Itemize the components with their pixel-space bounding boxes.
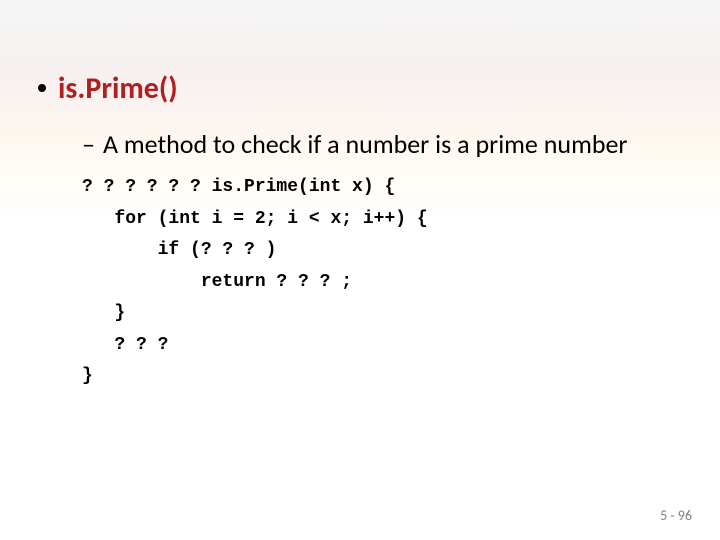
code-snippet: ? ? ? ? ? ? is.Prime(int x) { for (int i… [82,172,690,393]
en-dash-icon: – [82,129,95,160]
slide-number: 5 - 96 [660,507,692,524]
code-line-6: ? ? ? [82,335,168,355]
code-line-5: } [82,303,125,323]
code-line-4: return ? ? ? ; [82,272,352,292]
bullet-title: is.Prime() [58,70,178,107]
code-line-1: ? ? ? ? ? ? is.Prime(int x) { [82,177,395,197]
slide-content: is.Prime() – A method to check if a numb… [0,0,720,393]
sub-bullet-text: A method to check if a number is a prime… [103,129,628,160]
bullet-dot-icon [38,84,46,92]
bullet-level-1: is.Prime() [30,70,690,107]
code-line-7: } [82,366,93,386]
bullet-level-2: – A method to check if a number is a pri… [82,129,690,160]
code-line-3: if (? ? ? ) [82,240,276,260]
code-line-2: for (int i = 2; i < x; i++) { [82,209,428,229]
